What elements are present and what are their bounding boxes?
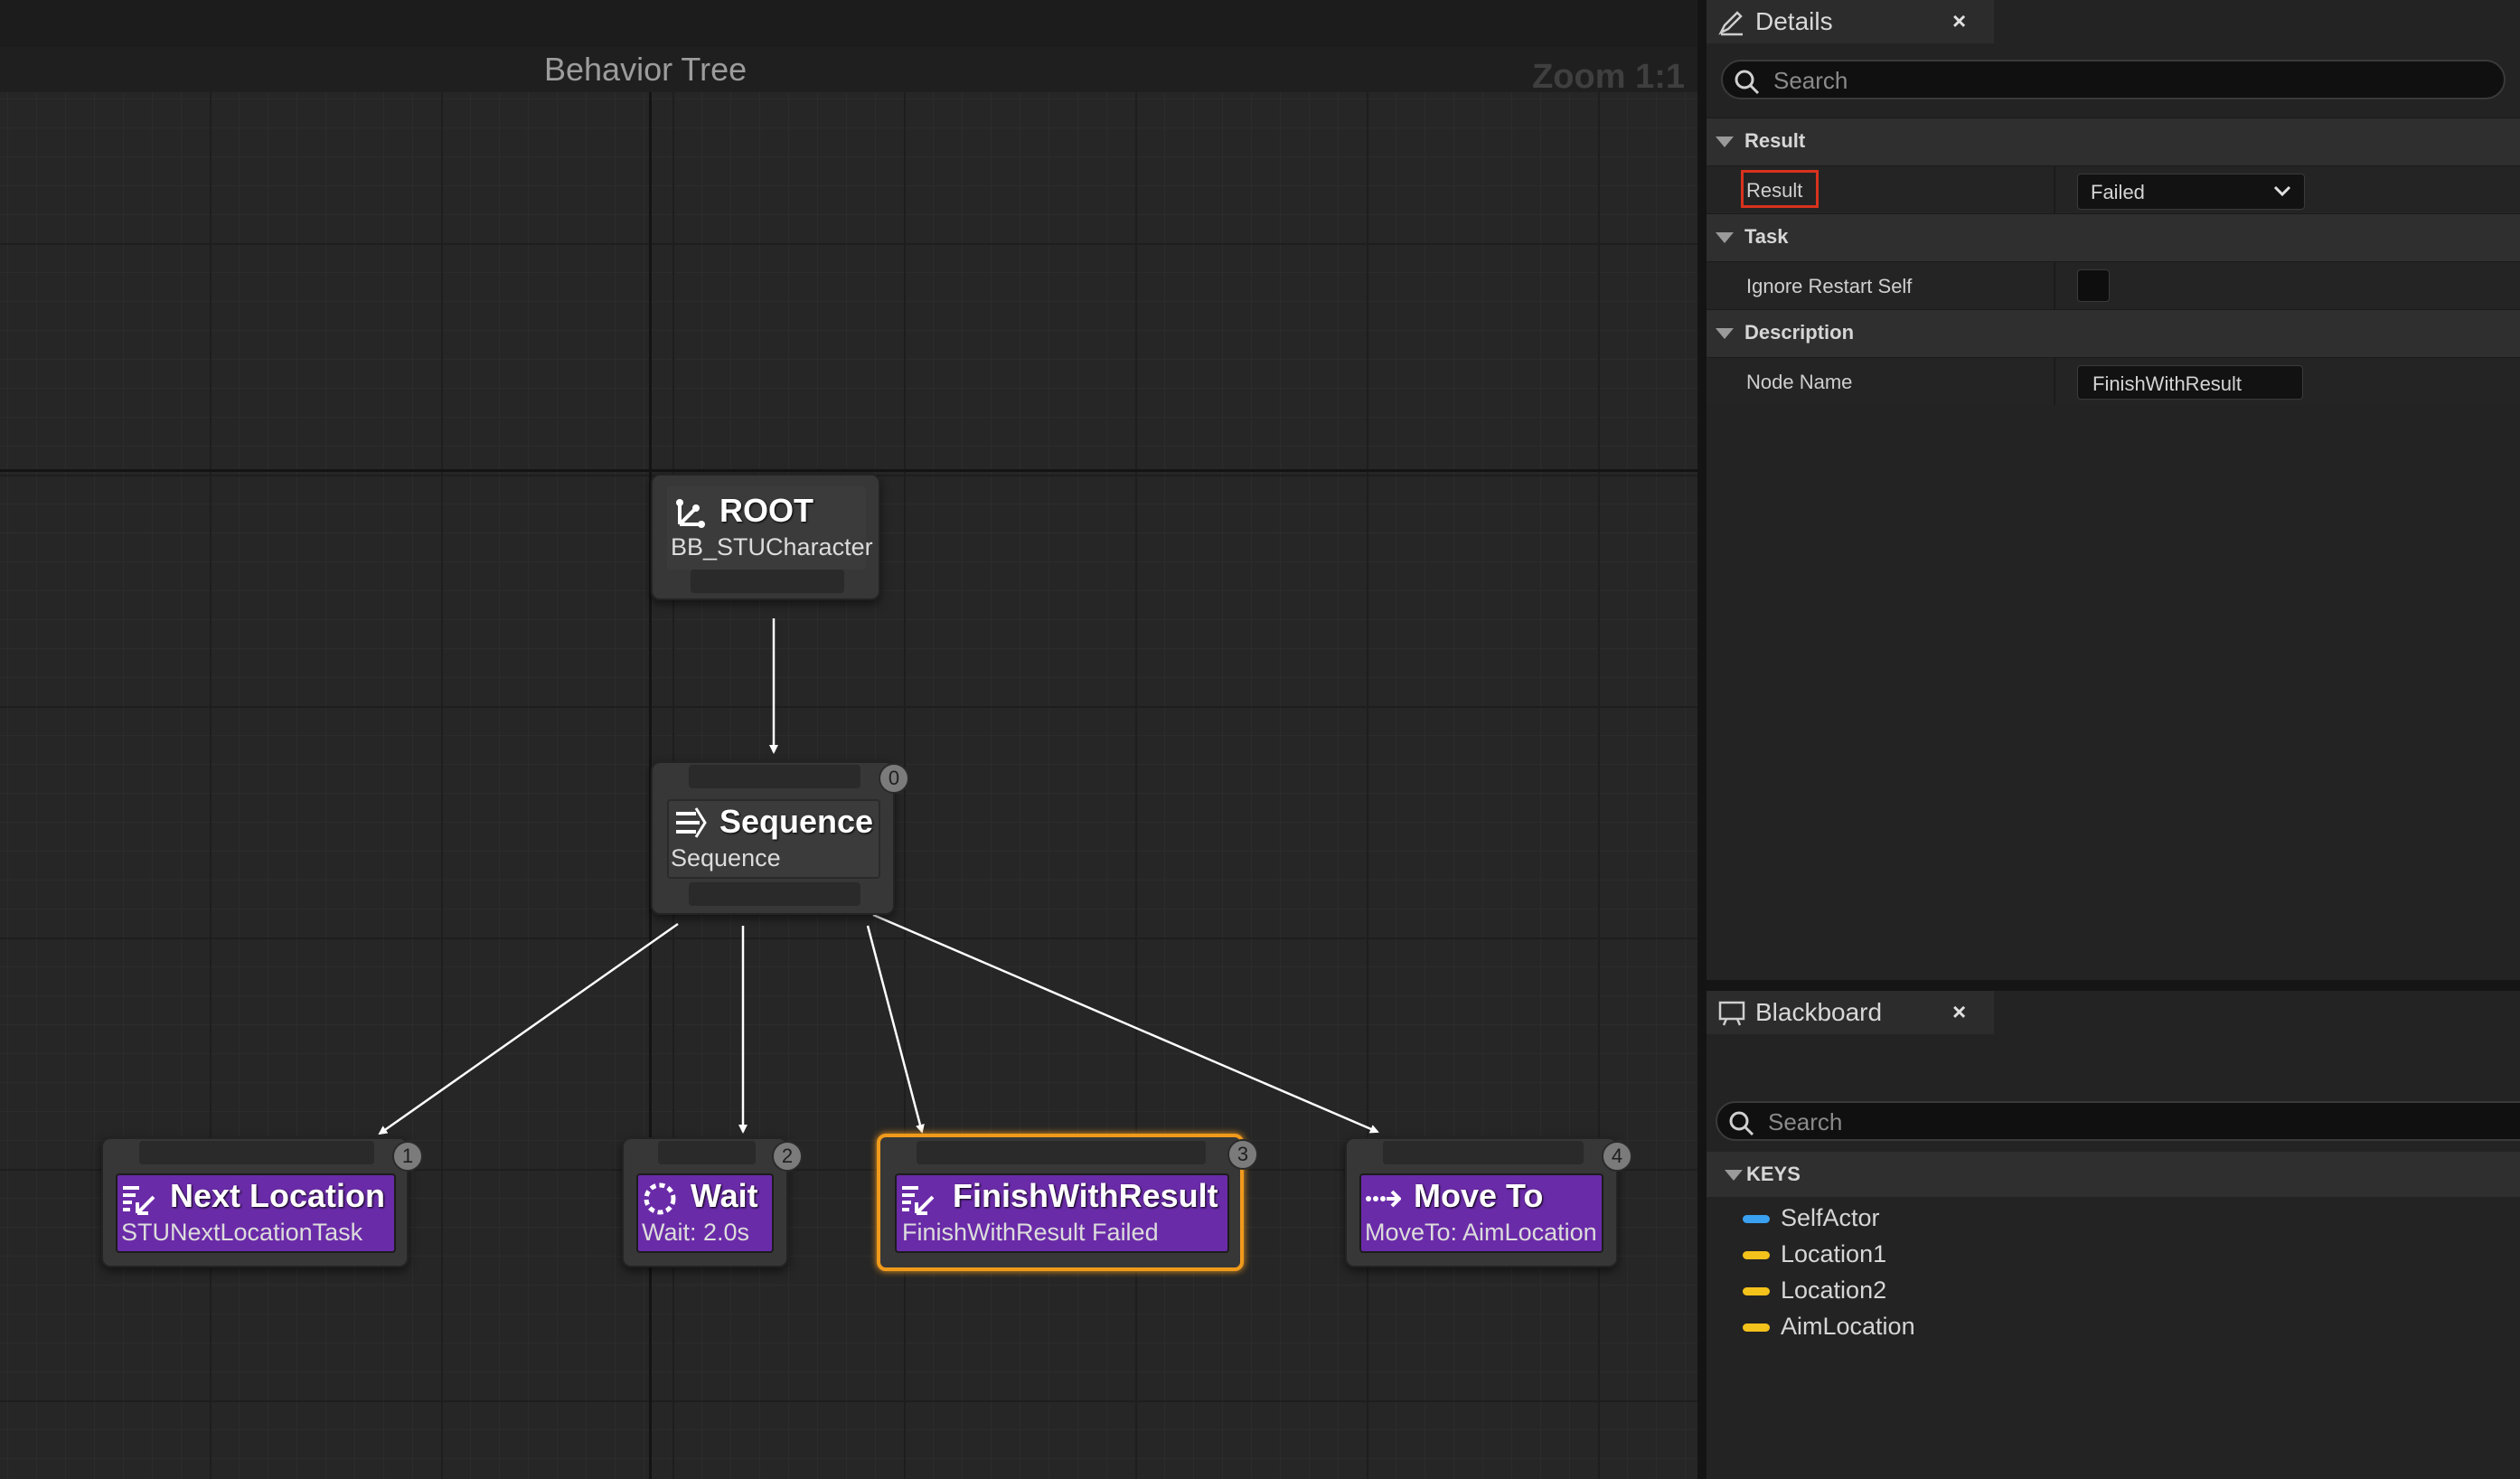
ignore-restart-self-checkbox[interactable] <box>2077 269 2110 302</box>
root-title: ROOT <box>719 492 813 529</box>
move-to-title: Move To <box>1414 1177 1544 1214</box>
details-search-input[interactable] <box>1772 64 2401 97</box>
sequence-node[interactable]: Sequence Sequence 0 <box>651 761 909 915</box>
sequence-icon <box>676 807 707 838</box>
category-result-label: Result <box>1744 129 1806 152</box>
key-type-indicator <box>1743 1251 1770 1259</box>
pencil-icon <box>1718 11 1743 36</box>
finish-with-result-node[interactable]: FinishWithResult FinishWithResult Failed… <box>877 1134 1258 1271</box>
node-name-label: Node Name <box>1746 371 1853 393</box>
blackboard-close-button[interactable]: × <box>1952 998 1966 1026</box>
wait-node[interactable]: Wait Wait: 2.0s 2 <box>622 1137 803 1267</box>
details-close-button[interactable]: × <box>1952 7 1966 35</box>
details-tab-label: Details <box>1755 7 1833 35</box>
root-output-pin[interactable] <box>691 570 844 593</box>
chevron-down-icon <box>2273 185 2291 197</box>
collapse-arrow-icon <box>1716 328 1734 339</box>
property-splitter[interactable] <box>2054 358 2055 405</box>
key-type-indicator <box>1743 1324 1770 1332</box>
category-task[interactable]: Task <box>1707 213 2520 261</box>
panel-splitter[interactable] <box>1697 0 1707 1479</box>
keys-header-label: KEYS <box>1746 1163 1801 1185</box>
key-type-indicator <box>1743 1215 1770 1223</box>
key-type-indicator <box>1743 1287 1770 1295</box>
blackboard-keys-header[interactable]: KEYS <box>1707 1152 2520 1197</box>
wait-input-pin[interactable] <box>658 1141 756 1164</box>
behavior-tree-graph[interactable]: Behavior Tree Zoom 1:1 ROOT BB_STUCharac… <box>0 0 1697 1479</box>
sequence-title: Sequence <box>719 803 874 840</box>
next-location-node[interactable]: Next Location STUNextLocationTask 1 <box>101 1137 423 1267</box>
key-name: Location1 <box>1781 1240 1887 1267</box>
finish-with-result-index-badge: 3 <box>1227 1139 1258 1170</box>
details-search[interactable] <box>1721 60 2506 99</box>
property-splitter[interactable] <box>2054 166 2055 213</box>
wire-sequence-next-location <box>378 922 679 1135</box>
wait-icon <box>644 1182 676 1215</box>
details-tab[interactable]: Details × <box>1707 0 1994 43</box>
blackboard-tab-label: Blackboard <box>1755 998 1883 1026</box>
collapse-arrow-icon <box>1716 137 1734 147</box>
sequence-subtitle: Sequence <box>671 844 781 871</box>
collapse-arrow-icon <box>1716 232 1734 243</box>
category-task-label: Task <box>1744 225 1789 248</box>
property-splitter[interactable] <box>2054 262 2055 309</box>
result-dropdown-value: Failed <box>2091 181 2145 203</box>
wait-subtitle: Wait: 2.0s <box>642 1219 750 1246</box>
wait-title: Wait <box>691 1177 758 1214</box>
collapse-arrow-icon <box>1725 1170 1743 1181</box>
node-name-field[interactable]: FinishWithResult <box>2077 365 2303 400</box>
blackboard-search-input[interactable] <box>1766 1106 2418 1138</box>
key-name: SelfActor <box>1781 1204 1880 1231</box>
finish-with-result-title: FinishWithResult <box>953 1177 1218 1214</box>
sequence-index-badge: 0 <box>879 763 909 794</box>
move-to-index-badge: 4 <box>1602 1141 1632 1172</box>
wait-index-badge: 2 <box>772 1141 803 1172</box>
search-icon <box>1729 1111 1754 1136</box>
root-node[interactable]: ROOT BB_STUCharacter <box>651 474 880 600</box>
next-location-title: Next Location <box>170 1177 386 1214</box>
key-name: Location2 <box>1781 1276 1887 1304</box>
move-to-icon <box>1366 1190 1401 1208</box>
blackboard-search[interactable] <box>1716 1101 2520 1141</box>
blackboard-icon <box>1718 1001 1745 1026</box>
category-description-label: Description <box>1744 321 1855 344</box>
result-dropdown[interactable]: Failed <box>2077 174 2305 210</box>
wire-sequence-finish <box>866 925 925 1134</box>
wire-sequence-move-to <box>872 913 1379 1134</box>
property-row-node-name: Node Name FinishWithResult <box>1707 357 2520 405</box>
category-description[interactable]: Description <box>1707 309 2520 357</box>
search-icon <box>1735 70 1760 95</box>
finish-with-result-input-pin[interactable] <box>917 1141 1206 1164</box>
move-to-input-pin[interactable] <box>1383 1141 1584 1164</box>
details-panel: Details × Result Result Failed Task Igno… <box>1707 0 2520 980</box>
finish-with-result-subtitle: FinishWithResult Failed <box>902 1219 1159 1246</box>
blackboard-panel: Blackboard × KEYS SelfActor Location1 Lo… <box>1707 991 2520 1479</box>
task-icon <box>123 1186 155 1215</box>
next-location-subtitle: STUNextLocationTask <box>121 1219 363 1246</box>
key-name: AimLocation <box>1781 1313 1915 1340</box>
sequence-input-pin[interactable] <box>689 765 860 788</box>
blackboard-tab[interactable]: Blackboard × <box>1707 991 1994 1034</box>
property-row-result: Result Failed <box>1707 165 2520 213</box>
task-icon <box>902 1186 935 1215</box>
move-to-subtitle: MoveTo: AimLocation <box>1365 1219 1597 1246</box>
result-label: Result <box>1746 179 1803 202</box>
next-location-input-pin[interactable] <box>139 1141 374 1164</box>
move-to-node[interactable]: Move To MoveTo: AimLocation 4 <box>1345 1137 1632 1267</box>
sequence-output-pin[interactable] <box>689 882 860 906</box>
ignore-restart-self-label: Ignore Restart Self <box>1746 275 1913 297</box>
category-result[interactable]: Result <box>1707 118 2520 165</box>
property-row-ignore-restart-self: Ignore Restart Self <box>1707 261 2520 309</box>
root-subtitle: BB_STUCharacter <box>671 533 873 561</box>
root-icon <box>676 499 705 528</box>
next-location-index-badge: 1 <box>392 1141 423 1172</box>
